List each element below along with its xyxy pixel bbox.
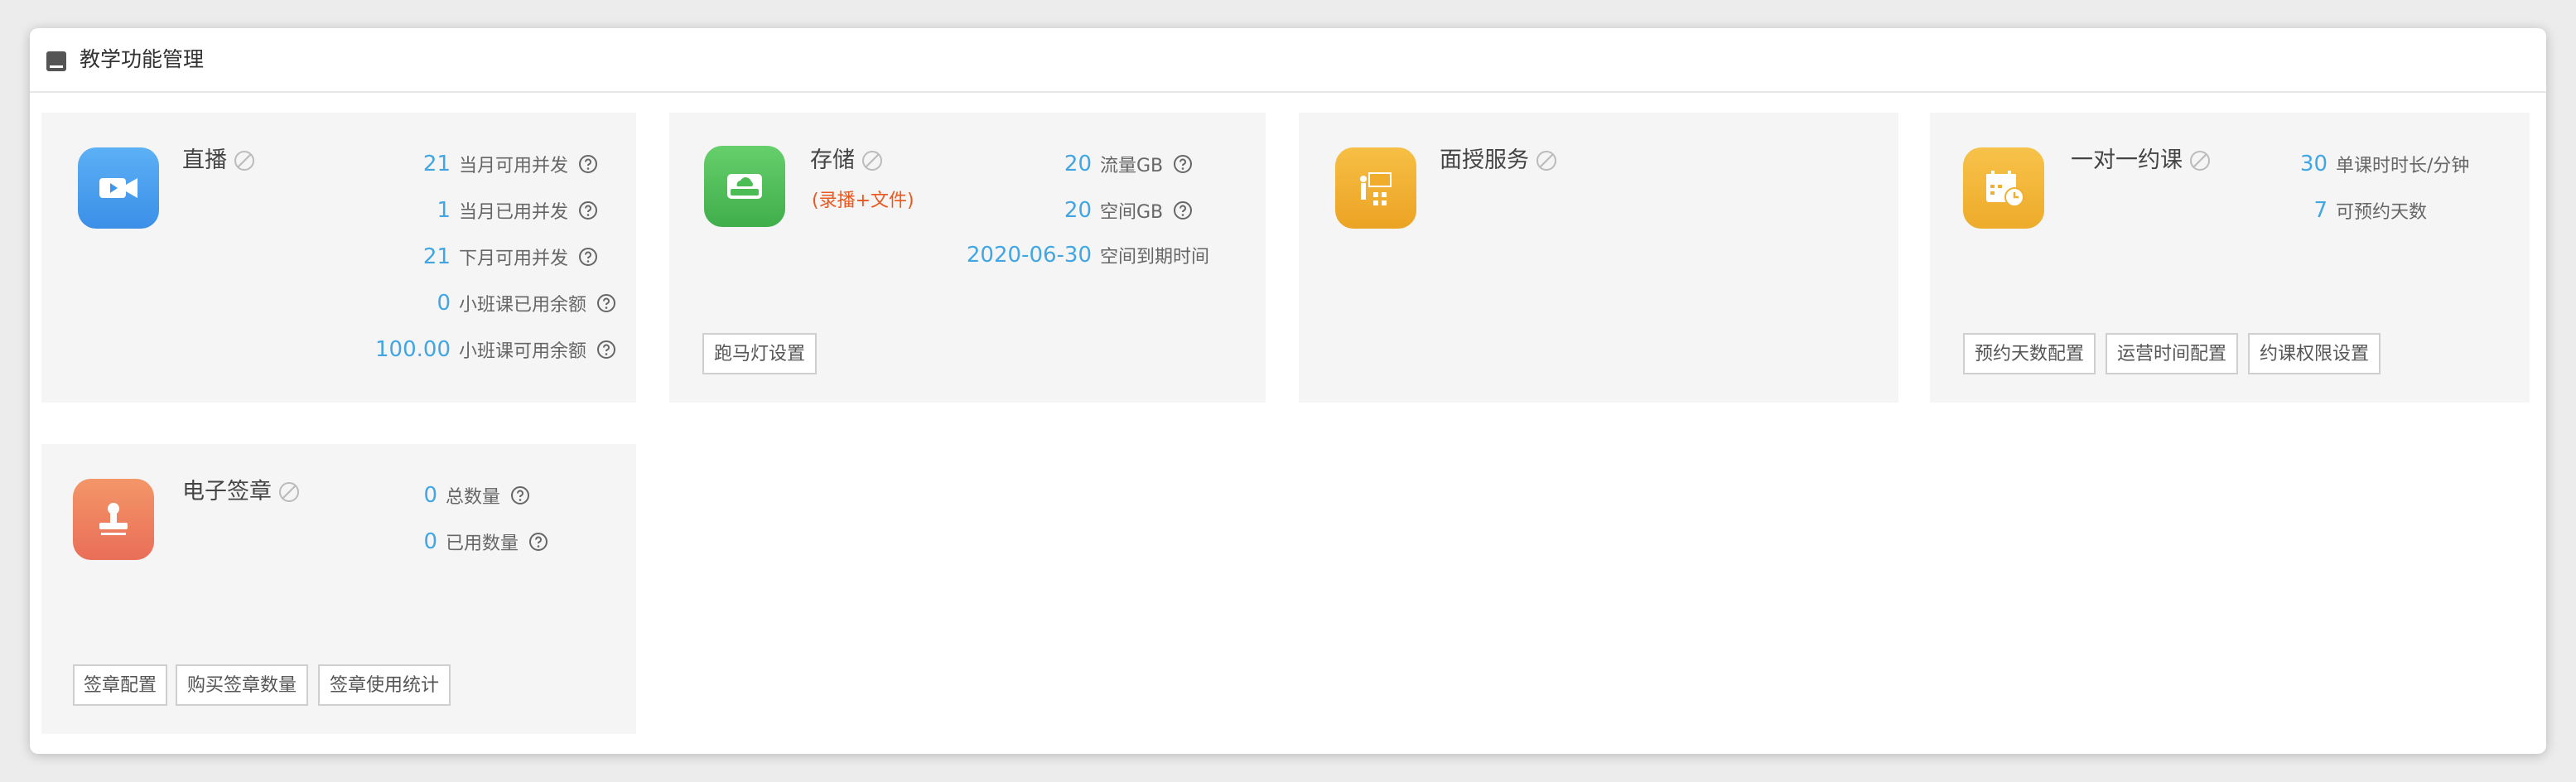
stat-label: 流量GB: [1100, 156, 1164, 176]
stat-value: 0: [423, 483, 437, 508]
stat-row: 0 已用数量: [389, 525, 548, 558]
video-camera-icon: [78, 147, 159, 229]
esign-title-label: 电子签章: [182, 479, 272, 504]
stat-value: 0: [437, 291, 451, 316]
buy-seals-button[interactable]: 购买签章数量: [176, 664, 308, 706]
storage-title-label: 存储: [810, 147, 855, 173]
stat-value: 1: [437, 198, 451, 223]
stat-value: 20: [1064, 152, 1092, 176]
stat-label: 空间到期时间: [1100, 247, 1210, 268]
live-title-label: 直播: [182, 147, 227, 173]
stat-label: 总数量: [446, 487, 501, 508]
stat-label: 小班课已用余额: [459, 295, 587, 316]
marquee-settings-button[interactable]: 跑马灯设置: [702, 333, 817, 374]
question-circle-icon[interactable]: [1173, 200, 1193, 220]
stat-label: 当月已用并发: [459, 202, 569, 223]
stat-value: 20: [1064, 198, 1092, 223]
stat-row: 7 可预约天数: [2278, 194, 2427, 227]
stat-row: 21 下月可用并发: [364, 240, 598, 273]
stat-value: 7: [2313, 198, 2328, 223]
book-icon: [46, 51, 66, 71]
stat-row: 20 空间GB: [943, 194, 1193, 227]
booking-permission-settings-button[interactable]: 约课权限设置: [2248, 333, 2381, 374]
stat-label: 空间GB: [1100, 202, 1164, 223]
stat-value: 100.00: [375, 337, 451, 362]
seal-config-button[interactable]: 签章配置: [73, 664, 167, 706]
question-circle-icon[interactable]: [578, 200, 598, 220]
esign-card: 电子签章 0 总数量 0 已用数量 签章配置 购买签章数量 签章使用统计: [41, 444, 636, 734]
tutoring-card: 面授服务: [1299, 113, 1898, 403]
stat-label: 已用数量: [446, 533, 519, 554]
stat-value: 2020-06-30: [966, 243, 1092, 268]
classroom-icon: [1335, 147, 1416, 229]
storage-title: 存储: [810, 146, 883, 176]
stat-row: 100.00 小班课可用余额: [364, 333, 616, 366]
question-circle-icon[interactable]: [510, 485, 530, 505]
stat-label: 下月可用并发: [459, 249, 569, 269]
question-circle-icon[interactable]: [596, 340, 616, 360]
live-title: 直播: [182, 146, 255, 176]
disabled-icon: [234, 151, 254, 171]
disabled-icon: [279, 482, 299, 502]
stat-value: 21: [422, 244, 451, 269]
tutoring-title: 面授服务: [1440, 146, 1557, 176]
stat-value: 21: [422, 152, 451, 176]
stat-label: 单课时时长/分钟: [2336, 156, 2470, 176]
question-circle-icon[interactable]: [1173, 154, 1193, 174]
disabled-icon: [2190, 151, 2210, 171]
stat-label: 当月可用并发: [459, 156, 569, 176]
live-card: 直播 21 当月可用并发 1 当月已用并发 21 下月可用并发 0 小班课已用余…: [41, 113, 636, 403]
question-circle-icon[interactable]: [596, 293, 616, 313]
stat-row: 0 总数量: [389, 479, 530, 512]
operating-hours-config-button[interactable]: 运营时间配置: [2106, 333, 2238, 374]
stat-row: 0 小班课已用余额: [364, 287, 616, 320]
stat-label: 可预约天数: [2336, 202, 2428, 223]
stamp-icon: [73, 479, 154, 560]
question-circle-icon[interactable]: [578, 154, 598, 174]
tutoring-title-label: 面授服务: [1440, 147, 1529, 173]
cloud-drive-icon: [704, 146, 785, 227]
one-on-one-card: 一对一约课 30 单课时时长/分钟 7 可预约天数 预约天数配置 运营时间配置 …: [1930, 113, 2530, 403]
teaching-features-panel: 教学功能管理 直播 21 当月可用并发 1 当月已用并发 21 下月可用并发 0…: [30, 28, 2546, 754]
stat-row: 30 单课时时长/分钟: [2278, 147, 2470, 181]
storage-subtitle: (录播+文件): [812, 191, 914, 211]
stat-value: 0: [423, 529, 437, 554]
one-on-one-title-label: 一对一约课: [2071, 147, 2183, 173]
page-title: 教学功能管理: [80, 47, 205, 71]
stat-row: 20 流量GB: [943, 147, 1193, 181]
question-circle-icon[interactable]: [528, 532, 548, 552]
disabled-icon: [1536, 151, 1556, 171]
seal-usage-stats-button[interactable]: 签章使用统计: [318, 664, 451, 706]
stat-row: 21 当月可用并发: [364, 147, 598, 181]
booking-days-config-button[interactable]: 预约天数配置: [1963, 333, 2096, 374]
one-on-one-title: 一对一约课: [2071, 146, 2211, 176]
stat-row: 2020-06-30 空间到期时间: [943, 239, 1209, 272]
storage-card: 存储 (录播+文件) 20 流量GB 20 空间GB 2020-06-30 空间…: [669, 113, 1266, 403]
question-circle-icon[interactable]: [578, 247, 598, 267]
stat-value: 30: [2299, 152, 2328, 176]
stat-label: 小班课可用余额: [459, 341, 587, 362]
stat-row: 1 当月已用并发: [364, 194, 598, 227]
esign-title: 电子签章: [182, 477, 300, 507]
panel-header: 教学功能管理: [30, 28, 2546, 93]
calendar-clock-icon: [1963, 147, 2044, 229]
disabled-icon: [862, 151, 882, 171]
